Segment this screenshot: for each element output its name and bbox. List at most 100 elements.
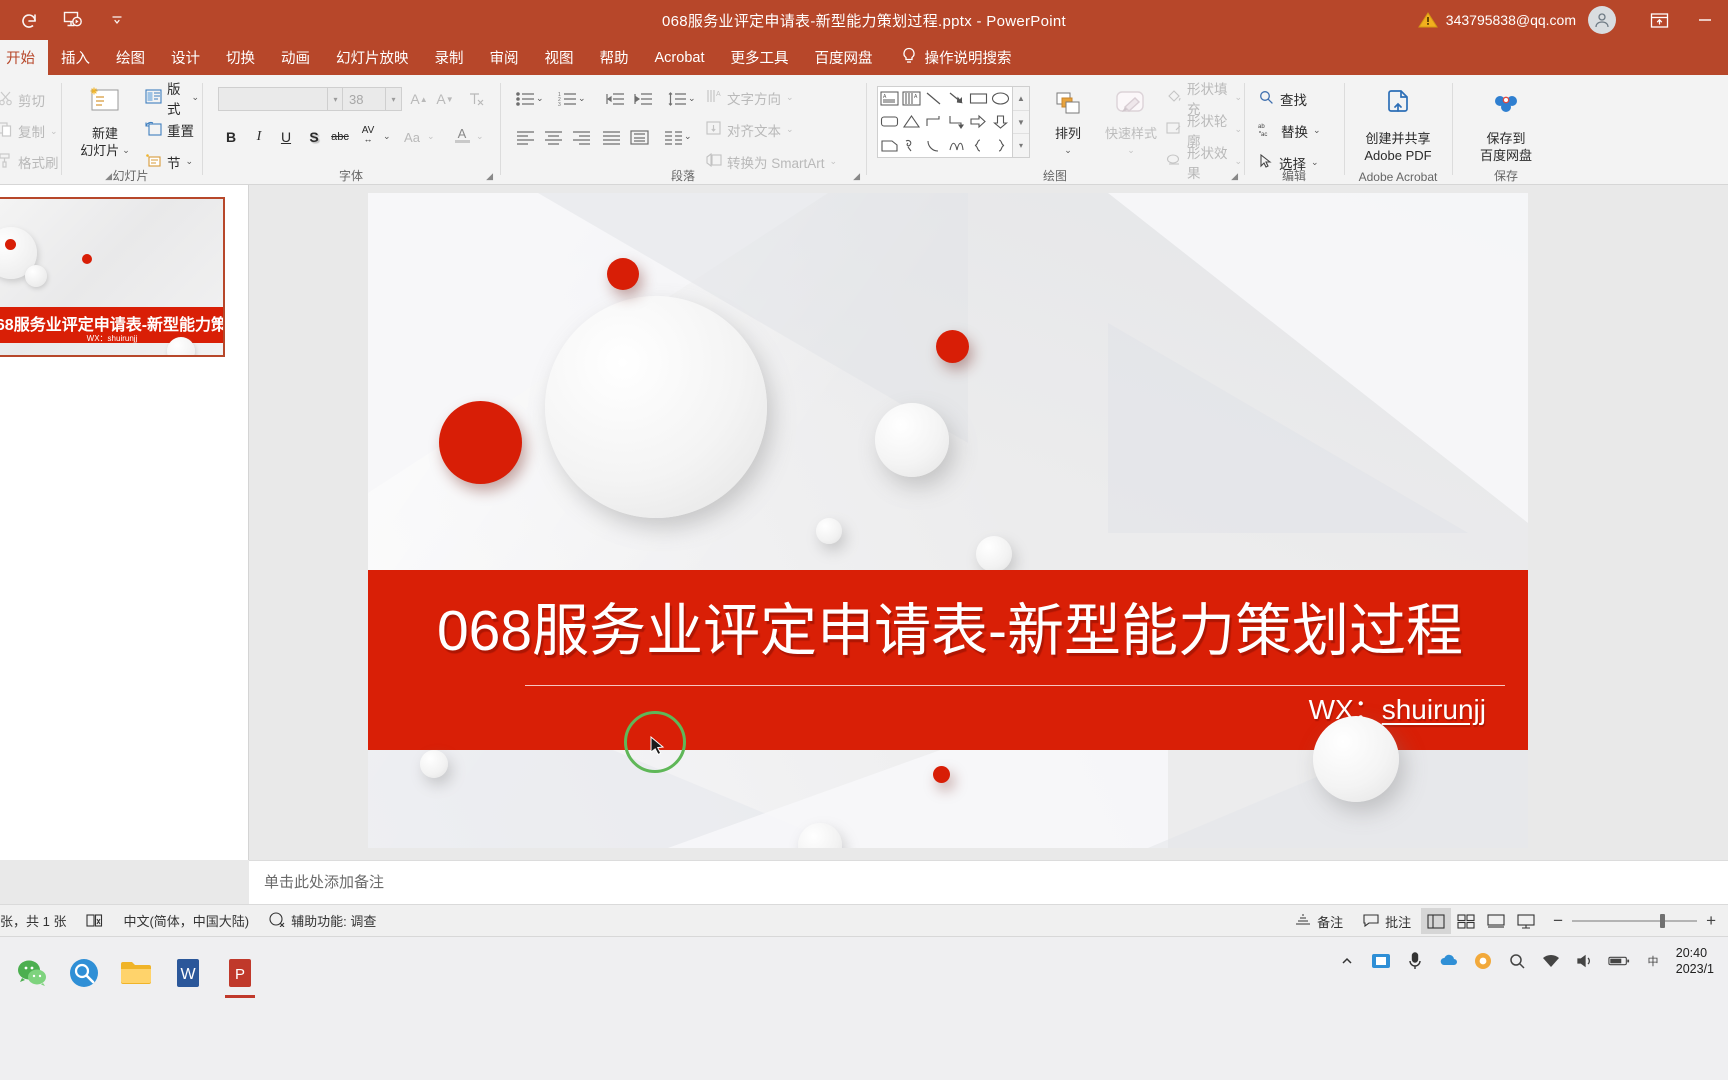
gallery-more-icon[interactable]: ▾ <box>1013 134 1029 157</box>
quick-styles-button[interactable]: 快速样式 ⌄ <box>1100 89 1162 159</box>
ime-icon[interactable]: 中 <box>1642 950 1664 972</box>
decrease-indent-button[interactable] <box>602 87 628 111</box>
underline-button[interactable]: U <box>273 125 299 149</box>
normal-view-button[interactable] <box>1421 908 1452 934</box>
increase-indent-button[interactable] <box>630 87 656 111</box>
chevron-down-icon[interactable]: ⌄ <box>122 142 130 159</box>
shape-right-brace[interactable] <box>990 134 1012 157</box>
reading-view-button[interactable] <box>1481 908 1511 934</box>
chevron-down-icon[interactable]: ⌄ <box>1234 124 1242 135</box>
tab-录制[interactable]: 录制 <box>422 40 477 75</box>
tab-帮助[interactable]: 帮助 <box>587 40 642 75</box>
font-dialog-launcher[interactable]: ◢ <box>486 171 493 182</box>
browser-icon[interactable] <box>1472 950 1494 972</box>
clear-formatting-button[interactable] <box>463 87 489 111</box>
comments-toggle-button[interactable]: 批注 <box>1353 912 1421 931</box>
character-spacing-button[interactable]: AV ↔ <box>355 123 381 147</box>
tab-插入[interactable]: 插入 <box>48 40 103 75</box>
shape-rounded-rectangle[interactable] <box>878 110 900 133</box>
chevron-down-icon[interactable]: ⌄ <box>786 92 794 103</box>
account-name[interactable]: 343795838@qq.com <box>1446 12 1576 28</box>
shapes-grid[interactable]: A A <box>877 86 1013 158</box>
shape-oval[interactable] <box>990 87 1012 110</box>
tab-绘图[interactable]: 绘图 <box>103 40 158 75</box>
shape-outline-button[interactable]: 形状轮廓 ⌄ <box>1166 114 1242 149</box>
font-name-combobox[interactable]: ▾ <box>218 87 344 111</box>
chevron-down-icon[interactable]: ⌄ <box>186 156 194 167</box>
slide-editing-area[interactable]: 068服务业评定申请表-新型能力策划过程 WX：shuirunjj <box>249 185 1728 860</box>
chevron-down-icon[interactable]: ⌄ <box>50 126 58 137</box>
spell-check-icon[interactable] <box>76 913 113 928</box>
ribbon-display-options-icon[interactable] <box>1636 0 1682 40</box>
chevron-down-icon[interactable]: ⌄ <box>1127 142 1135 159</box>
shape-freeform[interactable] <box>900 134 922 157</box>
tab-acrobat[interactable]: Acrobat <box>642 40 718 75</box>
find-button[interactable]: 查找 <box>1258 86 1307 111</box>
scroll-down-icon[interactable]: ▼ <box>1013 111 1029 135</box>
network-icon[interactable] <box>1540 950 1562 972</box>
shapes-gallery[interactable]: A A ▲ ▼ ▾ <box>877 86 1030 158</box>
zoom-control[interactable]: − + <box>1541 911 1728 931</box>
tab-幻灯片放映[interactable]: 幻灯片放映 <box>323 40 422 75</box>
grow-font-button[interactable]: A ▲ <box>406 87 432 111</box>
chevron-down-icon[interactable]: ⌄ <box>1313 125 1321 136</box>
chevron-down-icon[interactable]: ⌄ <box>191 92 199 103</box>
reset-button[interactable]: 重置 <box>145 117 194 142</box>
notes-toggle-button[interactable]: 备注 <box>1285 912 1353 931</box>
minimize-button[interactable] <box>1682 0 1728 40</box>
volume-icon[interactable] <box>1574 950 1596 972</box>
shape-arrow[interactable] <box>945 87 967 110</box>
shape-elbow-connector[interactable] <box>923 110 945 133</box>
chevron-down-icon[interactable]: ▾ <box>386 87 402 111</box>
tab-切换[interactable]: 切换 <box>213 40 268 75</box>
shape-triangle[interactable] <box>900 110 922 133</box>
chevron-down-icon[interactable]: ⌄ <box>786 124 794 135</box>
distribute-button[interactable] <box>626 125 652 149</box>
create-share-pdf-button[interactable]: 创建并共享 Adobe PDF <box>1354 87 1442 164</box>
font-color-button[interactable]: A <box>449 123 475 147</box>
chevron-down-icon[interactable]: ⌄ <box>830 156 838 167</box>
cloud-icon[interactable] <box>1438 950 1460 972</box>
shape-vertical-textbox[interactable]: A <box>900 87 922 110</box>
save-to-baidu-button[interactable]: 保存到 百度网盘 <box>1462 87 1550 164</box>
italic-button[interactable]: I <box>246 125 272 149</box>
shrink-font-button[interactable]: A ▼ <box>432 87 458 111</box>
shapes-gallery-scrollbar[interactable]: ▲ ▼ ▾ <box>1013 86 1030 158</box>
tab-百度网盘[interactable]: 百度网盘 <box>801 40 885 75</box>
shape-left-brace[interactable] <box>967 134 989 157</box>
bullets-button[interactable] <box>512 87 538 111</box>
battery-icon[interactable] <box>1608 950 1630 972</box>
notes-pane[interactable]: 单击此处添加备注 <box>249 860 1728 904</box>
chevron-down-icon[interactable]: ⌄ <box>383 131 391 142</box>
slide-thumbnail-pane[interactable]: 068服务业评定申请表-新型能力策划过程 WX：shuirunjj <box>0 185 249 860</box>
screen-capture-icon[interactable] <box>1370 950 1392 972</box>
strikethrough-button[interactable]: abc <box>327 125 353 149</box>
language-status[interactable]: 中文(简体，中国大陆) <box>113 911 259 930</box>
slide-thumbnail-1[interactable]: 068服务业评定申请表-新型能力策划过程 WX：shuirunjj <box>0 197 225 357</box>
shape-curve[interactable] <box>945 134 967 157</box>
shape-snip-rectangle[interactable] <box>878 134 900 157</box>
shape-fill-button[interactable]: 形状填充 ⌄ <box>1166 82 1242 117</box>
accessibility-status[interactable]: 辅助功能: 调查 <box>259 911 386 930</box>
chevron-down-icon[interactable]: ⌄ <box>427 131 435 142</box>
new-slide-button[interactable]: 新建 幻灯片 ⌄ <box>70 83 140 159</box>
tab-设计[interactable]: 设计 <box>158 40 213 75</box>
slide-count[interactable]: 张，共 1 张 <box>0 911 76 930</box>
tab-视图[interactable]: 视图 <box>532 40 587 75</box>
chevron-down-icon[interactable]: ⌄ <box>1064 142 1072 159</box>
chevron-down-icon[interactable]: ⌄ <box>1234 92 1242 103</box>
microphone-icon[interactable] <box>1404 950 1426 972</box>
align-left-button[interactable] <box>512 125 538 149</box>
cut-button[interactable]: 剪切 <box>0 87 45 113</box>
font-size-combobox[interactable]: 38 ▾ <box>342 87 402 111</box>
justify-button[interactable] <box>598 125 624 149</box>
show-hidden-icons-icon[interactable] <box>1336 950 1358 972</box>
taskbar-wechat-icon[interactable] <box>10 951 54 995</box>
tab-审阅[interactable]: 审阅 <box>477 40 532 75</box>
text-shadow-button[interactable]: S <box>301 125 327 149</box>
slide-title[interactable]: 068服务业评定申请表-新型能力策划过程 <box>390 595 1510 667</box>
change-case-button[interactable]: Aa <box>399 125 425 149</box>
chevron-down-icon[interactable]: ⌄ <box>578 93 586 104</box>
shape-arc[interactable] <box>923 134 945 157</box>
shape-textbox[interactable]: A <box>878 87 900 110</box>
